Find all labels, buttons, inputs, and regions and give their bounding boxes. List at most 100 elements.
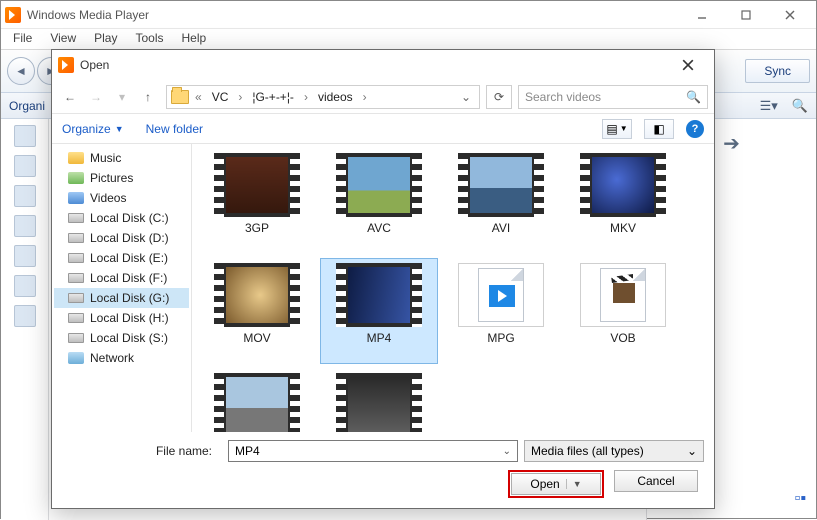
wmp-app-icon [5,7,21,23]
tree-item[interactable]: Local Disk (G:) [54,288,189,308]
file-item[interactable]: WMV (2) [198,368,316,432]
breadcrumb-seg-2[interactable]: ¦G-+-+¦- [248,88,298,106]
sidebar-pictures-icon[interactable] [14,245,36,267]
nav-forward-button[interactable]: → [84,85,108,109]
preview-pane-button[interactable]: ◧ [644,119,674,139]
tree-item-label: Videos [90,191,126,205]
next-arrow-icon[interactable]: ➔ [723,131,740,156]
menu-file[interactable]: File [5,29,40,49]
video-thumb [336,263,422,327]
tree-item-label: Local Disk (G:) [90,291,169,305]
file-item[interactable]: MPG [442,258,560,364]
tree-item-icon [68,273,84,283]
chevron-right-icon[interactable]: › [361,90,369,104]
tree-item-label: Local Disk (C:) [90,211,169,225]
open-button[interactable]: Open ▼ [511,473,601,495]
tree-item-icon [68,313,84,323]
dialog-close-button[interactable] [668,53,708,77]
file-name-value: MP4 [235,444,260,458]
switch-view-icon[interactable]: ▫▪ [795,490,806,507]
organize-label[interactable]: Organi [9,99,45,113]
sidebar-disc-icon[interactable] [14,305,36,327]
file-item[interactable]: MOV [198,258,316,364]
chevron-right-icon[interactable]: › [302,90,310,104]
tree-item[interactable]: Network [54,348,189,368]
tree-item[interactable]: Music [54,148,189,168]
video-thumb [214,263,300,327]
search-placeholder: Search videos [525,90,601,104]
view-options-icon[interactable]: ☰▾ [760,98,778,114]
tree-item-icon [68,333,84,343]
sync-button[interactable]: Sync [745,59,810,83]
tree-item-icon [68,253,84,263]
file-name: MPG [487,331,514,345]
folder-tree: Music Pictures Videos Local Disk (C:) Local … [52,144,192,432]
refresh-button[interactable]: ⟳ [486,85,512,109]
address-bar[interactable]: « VC › ¦G-+-+¦- › videos › ⌄ [166,85,480,109]
tree-item-label: Music [90,151,121,165]
address-dropdown[interactable]: ⌄ [457,90,475,104]
file-name-label: File name: [62,444,222,458]
cancel-button[interactable]: Cancel [614,470,698,492]
file-item[interactable]: AVC [320,148,438,254]
file-item[interactable]: 3GP [198,148,316,254]
tree-item-label: Local Disk (D:) [90,231,169,245]
wmp-sidebar [1,119,49,520]
breadcrumb-chevrons[interactable]: « [193,90,204,104]
wmp-back-button[interactable]: ◄ [7,57,35,85]
search-icon[interactable]: 🔍 [792,98,808,114]
sidebar-playlist-icon[interactable] [14,155,36,177]
nav-up-button[interactable]: ↑ [136,85,160,109]
tree-item-icon [68,152,84,164]
menu-view[interactable]: View [42,29,84,49]
file-item[interactable]: VOB [564,258,682,364]
chevron-right-icon[interactable]: › [236,90,244,104]
search-input[interactable]: Search videos 🔍 [518,85,708,109]
nav-recent-dropdown[interactable]: ▾ [110,85,134,109]
file-item[interactable]: MP4 [320,258,438,364]
file-type-select[interactable]: Media files (all types) ⌄ [524,440,704,462]
file-item[interactable]: AVI [442,148,560,254]
nav-back-button[interactable]: ← [58,85,82,109]
dialog-app-icon [58,57,74,73]
menu-play[interactable]: Play [86,29,125,49]
tree-item[interactable]: Videos [54,188,189,208]
file-name-input[interactable]: MP4 ⌄ [228,440,518,462]
organize-menu[interactable]: Organize ▼ [62,122,124,136]
file-pane: 3GPAVCAVIMKV MOVMP4 MPG VOB WMV (2)WMV [192,144,714,432]
tree-item-label: Pictures [90,171,133,185]
tree-item[interactable]: Local Disk (H:) [54,308,189,328]
tree-item-label: Local Disk (E:) [90,251,168,265]
sidebar-music-icon[interactable] [14,185,36,207]
video-thumb [214,153,300,217]
tree-item[interactable]: Local Disk (F:) [54,268,189,288]
sidebar-videos-icon[interactable] [14,215,36,237]
minimize-button[interactable] [680,4,724,26]
tree-item[interactable]: Pictures [54,168,189,188]
view-mode-button[interactable]: ▤▼ [602,119,632,139]
open-split-dropdown[interactable]: ▼ [566,479,582,489]
sidebar-library-icon[interactable] [14,125,36,147]
file-item[interactable]: WMV [320,368,438,432]
tree-item[interactable]: Local Disk (C:) [54,208,189,228]
breadcrumb-seg-1[interactable]: VC [208,88,233,106]
file-thumb [580,263,666,327]
maximize-button[interactable] [724,4,768,26]
chevron-down-icon[interactable]: ⌄ [503,446,511,457]
tree-item-label: Network [90,351,134,365]
dialog-toolbar: Organize ▼ New folder ▤▼ ◧ ? [52,114,714,144]
help-button[interactable]: ? [686,120,704,138]
menu-tools[interactable]: Tools [127,29,171,49]
breadcrumb-seg-3[interactable]: videos [314,88,357,106]
menu-help[interactable]: Help [174,29,215,49]
tree-item[interactable]: Local Disk (D:) [54,228,189,248]
file-item[interactable]: MKV [564,148,682,254]
chevron-down-icon: ⌄ [687,444,697,458]
sidebar-other-icon[interactable] [14,275,36,297]
tree-item[interactable]: Local Disk (E:) [54,248,189,268]
wmp-menubar: File View Play Tools Help [1,29,816,49]
dialog-footer: File name: MP4 ⌄ Media files (all types)… [52,432,714,508]
close-button[interactable] [768,4,812,26]
new-folder-button[interactable]: New folder [146,122,203,136]
tree-item[interactable]: Local Disk (S:) [54,328,189,348]
